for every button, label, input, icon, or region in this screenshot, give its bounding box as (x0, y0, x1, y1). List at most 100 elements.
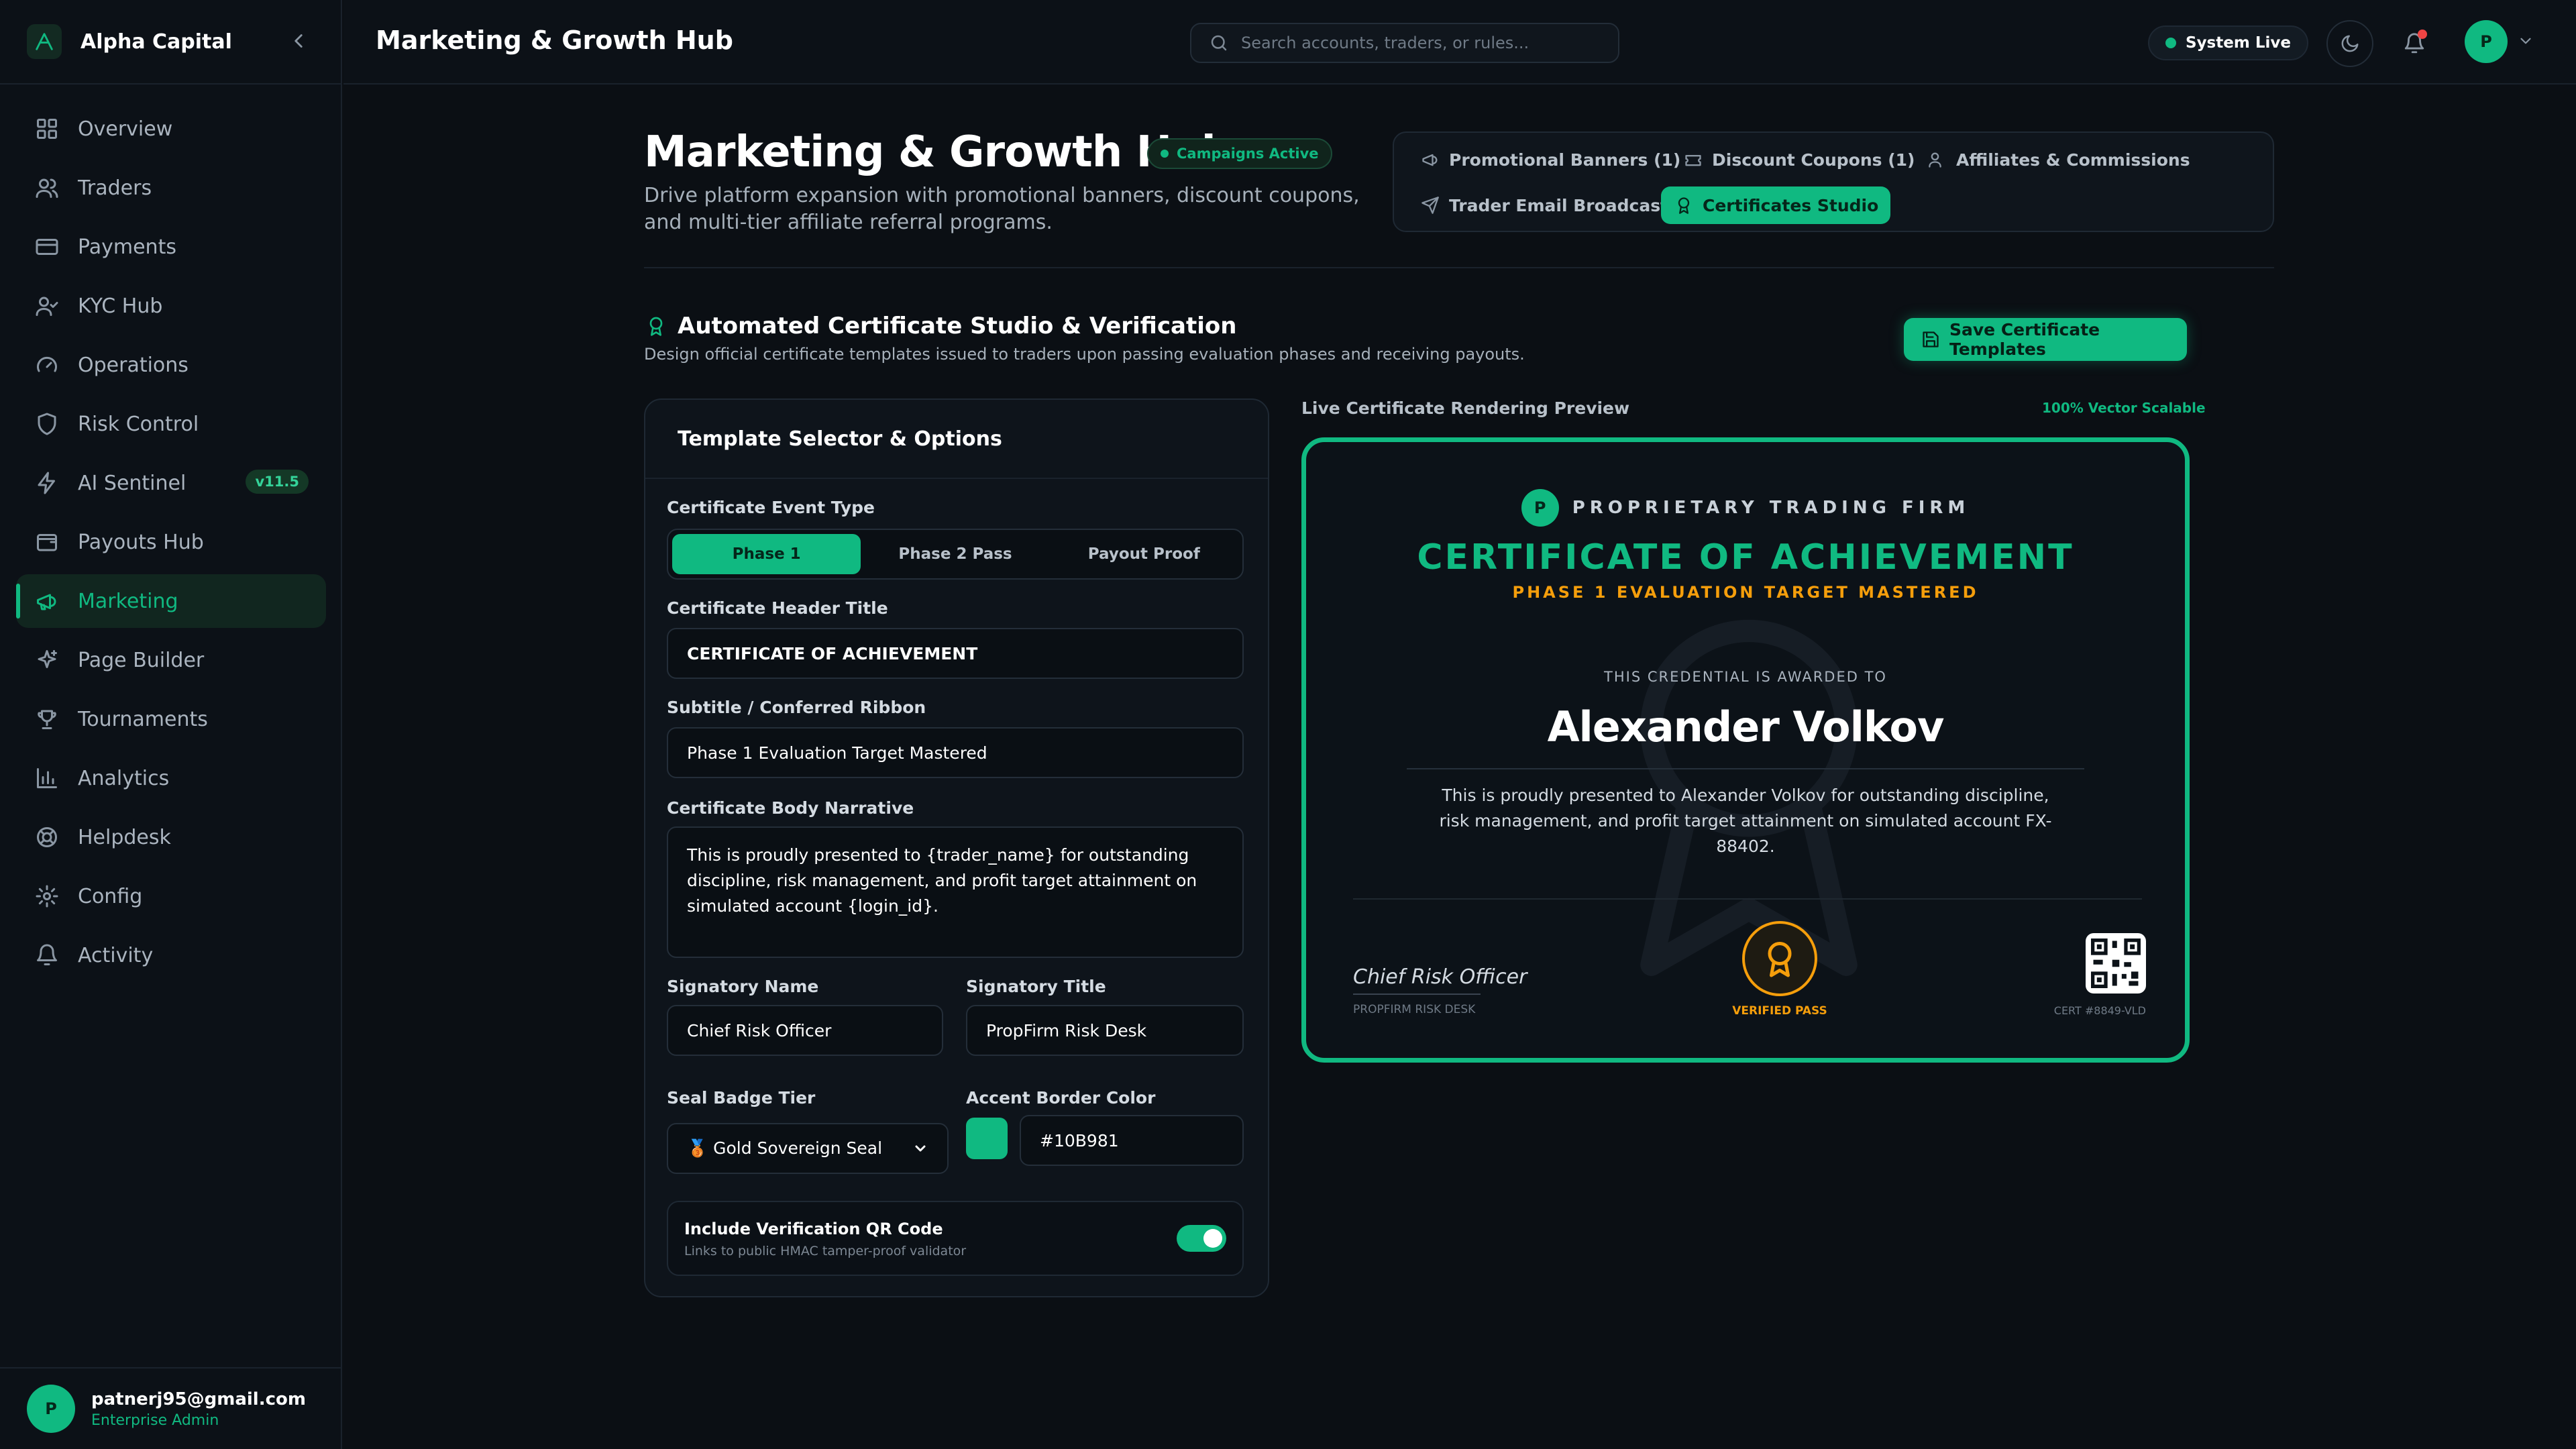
page-title: Marketing & Growth Hub (644, 127, 1232, 177)
event-type-phase-2-pass[interactable]: Phase 2 Pass (861, 534, 1049, 574)
tab-affiliates[interactable]: Affiliates & Commissions (1915, 141, 2202, 178)
signature-line (1353, 994, 1481, 995)
trophy-icon (34, 706, 60, 733)
divider (1353, 898, 2142, 900)
avatar[interactable]: P (2465, 20, 2508, 63)
qr-code-option: Include Verification QR Code Links to pu… (667, 1201, 1244, 1276)
subtitle-input[interactable] (667, 727, 1244, 778)
seal-tier-label: Seal Badge Tier (667, 1088, 816, 1108)
award-icon (1673, 195, 1695, 216)
seal-tier-select[interactable]: 🥉 Gold Sovereign Seal (667, 1123, 949, 1174)
shield-icon (34, 411, 60, 437)
firm-logo: P (1521, 489, 1559, 527)
tab-email-broadcast[interactable]: Trader Email Broadcast (1407, 186, 1680, 224)
qr-option-title: Include Verification QR Code (684, 1220, 943, 1238)
search-input[interactable] (1241, 34, 1603, 52)
save-templates-button[interactable]: Save Certificate Templates (1904, 318, 2187, 361)
signatory-title-input[interactable] (966, 1005, 1244, 1056)
page-description: Drive platform expansion with promotiona… (644, 184, 1360, 234)
body-narrative-label: Certificate Body Narrative (667, 798, 914, 818)
tab-label: Trader Email Broadcast (1449, 195, 1669, 215)
signatory-name-label: Signatory Name (667, 977, 819, 996)
tab-label: Promotional Banners (1) (1449, 150, 1681, 170)
theme-toggle-button[interactable] (2326, 20, 2373, 67)
bell-icon (34, 942, 60, 969)
award-icon (644, 314, 668, 338)
notification-dot (2418, 30, 2427, 39)
sidebar-item-risk-control[interactable]: Risk Control (16, 397, 326, 451)
qr-code-icon (2086, 933, 2146, 994)
tab-label: Discount Coupons (1) (1712, 150, 1915, 170)
certificate-firm-header: P PROPRIETARY TRADING FIRM (1306, 489, 2185, 527)
ticket-icon (1682, 149, 1704, 170)
header-title-input[interactable] (667, 628, 1244, 679)
save-icon (1921, 329, 1940, 350)
sidebar-item-config[interactable]: Config (16, 869, 326, 923)
send-icon (1419, 195, 1441, 216)
preview-label: Live Certificate Rendering Preview (1301, 398, 1630, 418)
sidebar-item-page-builder[interactable]: Page Builder (16, 633, 326, 687)
megaphone-icon (1419, 149, 1441, 170)
page-header: Marketing & Growth Hub Campaigns Active … (644, 127, 2274, 268)
user-card[interactable]: P patnerj95@gmail.com Enterprise Admin (0, 1367, 342, 1449)
signatory-name-input[interactable] (667, 1005, 943, 1056)
event-type-selector: Phase 1 Phase 2 Pass Payout Proof (667, 529, 1244, 580)
sidebar-item-activity[interactable]: Activity (16, 928, 326, 982)
certificate-body: This is proudly presented to Alexander V… (1439, 786, 2052, 856)
sidebar-item-label: Page Builder (78, 648, 205, 672)
accent-color-input[interactable] (1020, 1115, 1244, 1166)
status-label: System Live (2186, 34, 2291, 52)
sidebar-item-overview[interactable]: Overview (16, 102, 326, 156)
tab-discount-coupons[interactable]: Discount Coupons (1) (1670, 141, 1927, 178)
awarded-to-label: THIS CREDENTIAL IS AWARDED TO (1604, 669, 1887, 685)
sidebar-item-label: Helpdesk (78, 825, 171, 849)
sidebar-item-payouts-hub[interactable]: Payouts Hub (16, 515, 326, 569)
qr-code-toggle[interactable] (1177, 1225, 1226, 1252)
sidebar-item-analytics[interactable]: Analytics (16, 751, 326, 805)
notifications-button[interactable] (2391, 20, 2438, 67)
save-label: Save Certificate Templates (1949, 320, 2100, 359)
lifebuoy-icon (34, 824, 60, 851)
section-description: Design official certificate templates is… (644, 345, 1525, 364)
sidebar-item-label: Overview (78, 117, 173, 141)
sidebar-item-label: Risk Control (78, 412, 199, 436)
sidebar-item-tournaments[interactable]: Tournaments (16, 692, 326, 746)
tab-certificates-studio[interactable]: Certificates Studio (1661, 186, 1891, 224)
body-narrative-textarea[interactable]: This is proudly presented to {trader_nam… (667, 826, 1244, 958)
sidebar-item-helpdesk[interactable]: Helpdesk (16, 810, 326, 864)
accent-color-label: Accent Border Color (966, 1088, 1156, 1108)
tab-promotional-banners[interactable]: Promotional Banners (1) (1407, 141, 1693, 178)
gear-icon (34, 883, 60, 910)
brand-header: Alpha Capital (0, 0, 342, 85)
topbar-title: Marketing & Growth Hub (376, 25, 733, 55)
sidebar-item-payments[interactable]: Payments (16, 220, 326, 274)
sidebar-item-label: KYC Hub (78, 294, 163, 318)
certificate-title: CERTIFICATE OF ACHIEVEMENT (1417, 537, 2074, 578)
sidebar-item-kyc-hub[interactable]: KYC Hub (16, 279, 326, 333)
event-type-payout-proof[interactable]: Payout Proof (1050, 534, 1238, 574)
system-status-badge: System Live (2148, 25, 2308, 60)
collapse-sidebar-icon[interactable] (287, 30, 310, 52)
user-role: Enterprise Admin (91, 1411, 219, 1429)
user-check-icon (34, 292, 60, 319)
event-type-phase-1[interactable]: Phase 1 (672, 534, 861, 574)
status-dot (1161, 150, 1169, 158)
signature: Chief Risk Officer (1353, 965, 1527, 989)
sidebar-item-ai-sentinel[interactable]: AI Sentinel v11.5 (16, 456, 326, 510)
chevron-down-icon[interactable] (2517, 32, 2534, 50)
qr-option-subtitle: Links to public HMAC tamper-proof valida… (684, 1244, 967, 1258)
seal-label: VERIFIED PASS (1732, 1004, 1827, 1018)
section-title: Automated Certificate Studio & Verificat… (644, 313, 1236, 339)
brand-logo-icon (27, 24, 62, 59)
sparkles-icon (34, 647, 60, 674)
sidebar-item-label: Traders (78, 176, 152, 200)
verified-seal-icon (1742, 921, 1817, 996)
sidebar-item-traders[interactable]: Traders (16, 161, 326, 215)
header-title-label: Certificate Header Title (667, 598, 888, 618)
search-box[interactable] (1190, 23, 1619, 63)
sidebar-item-operations[interactable]: Operations (16, 338, 326, 392)
certificate-subtitle: PHASE 1 EVALUATION TARGET MASTERED (1512, 583, 1979, 602)
sidebar-item-label: Marketing (78, 589, 178, 613)
accent-color-swatch[interactable] (966, 1118, 1008, 1159)
sidebar-item-marketing[interactable]: Marketing (16, 574, 326, 628)
